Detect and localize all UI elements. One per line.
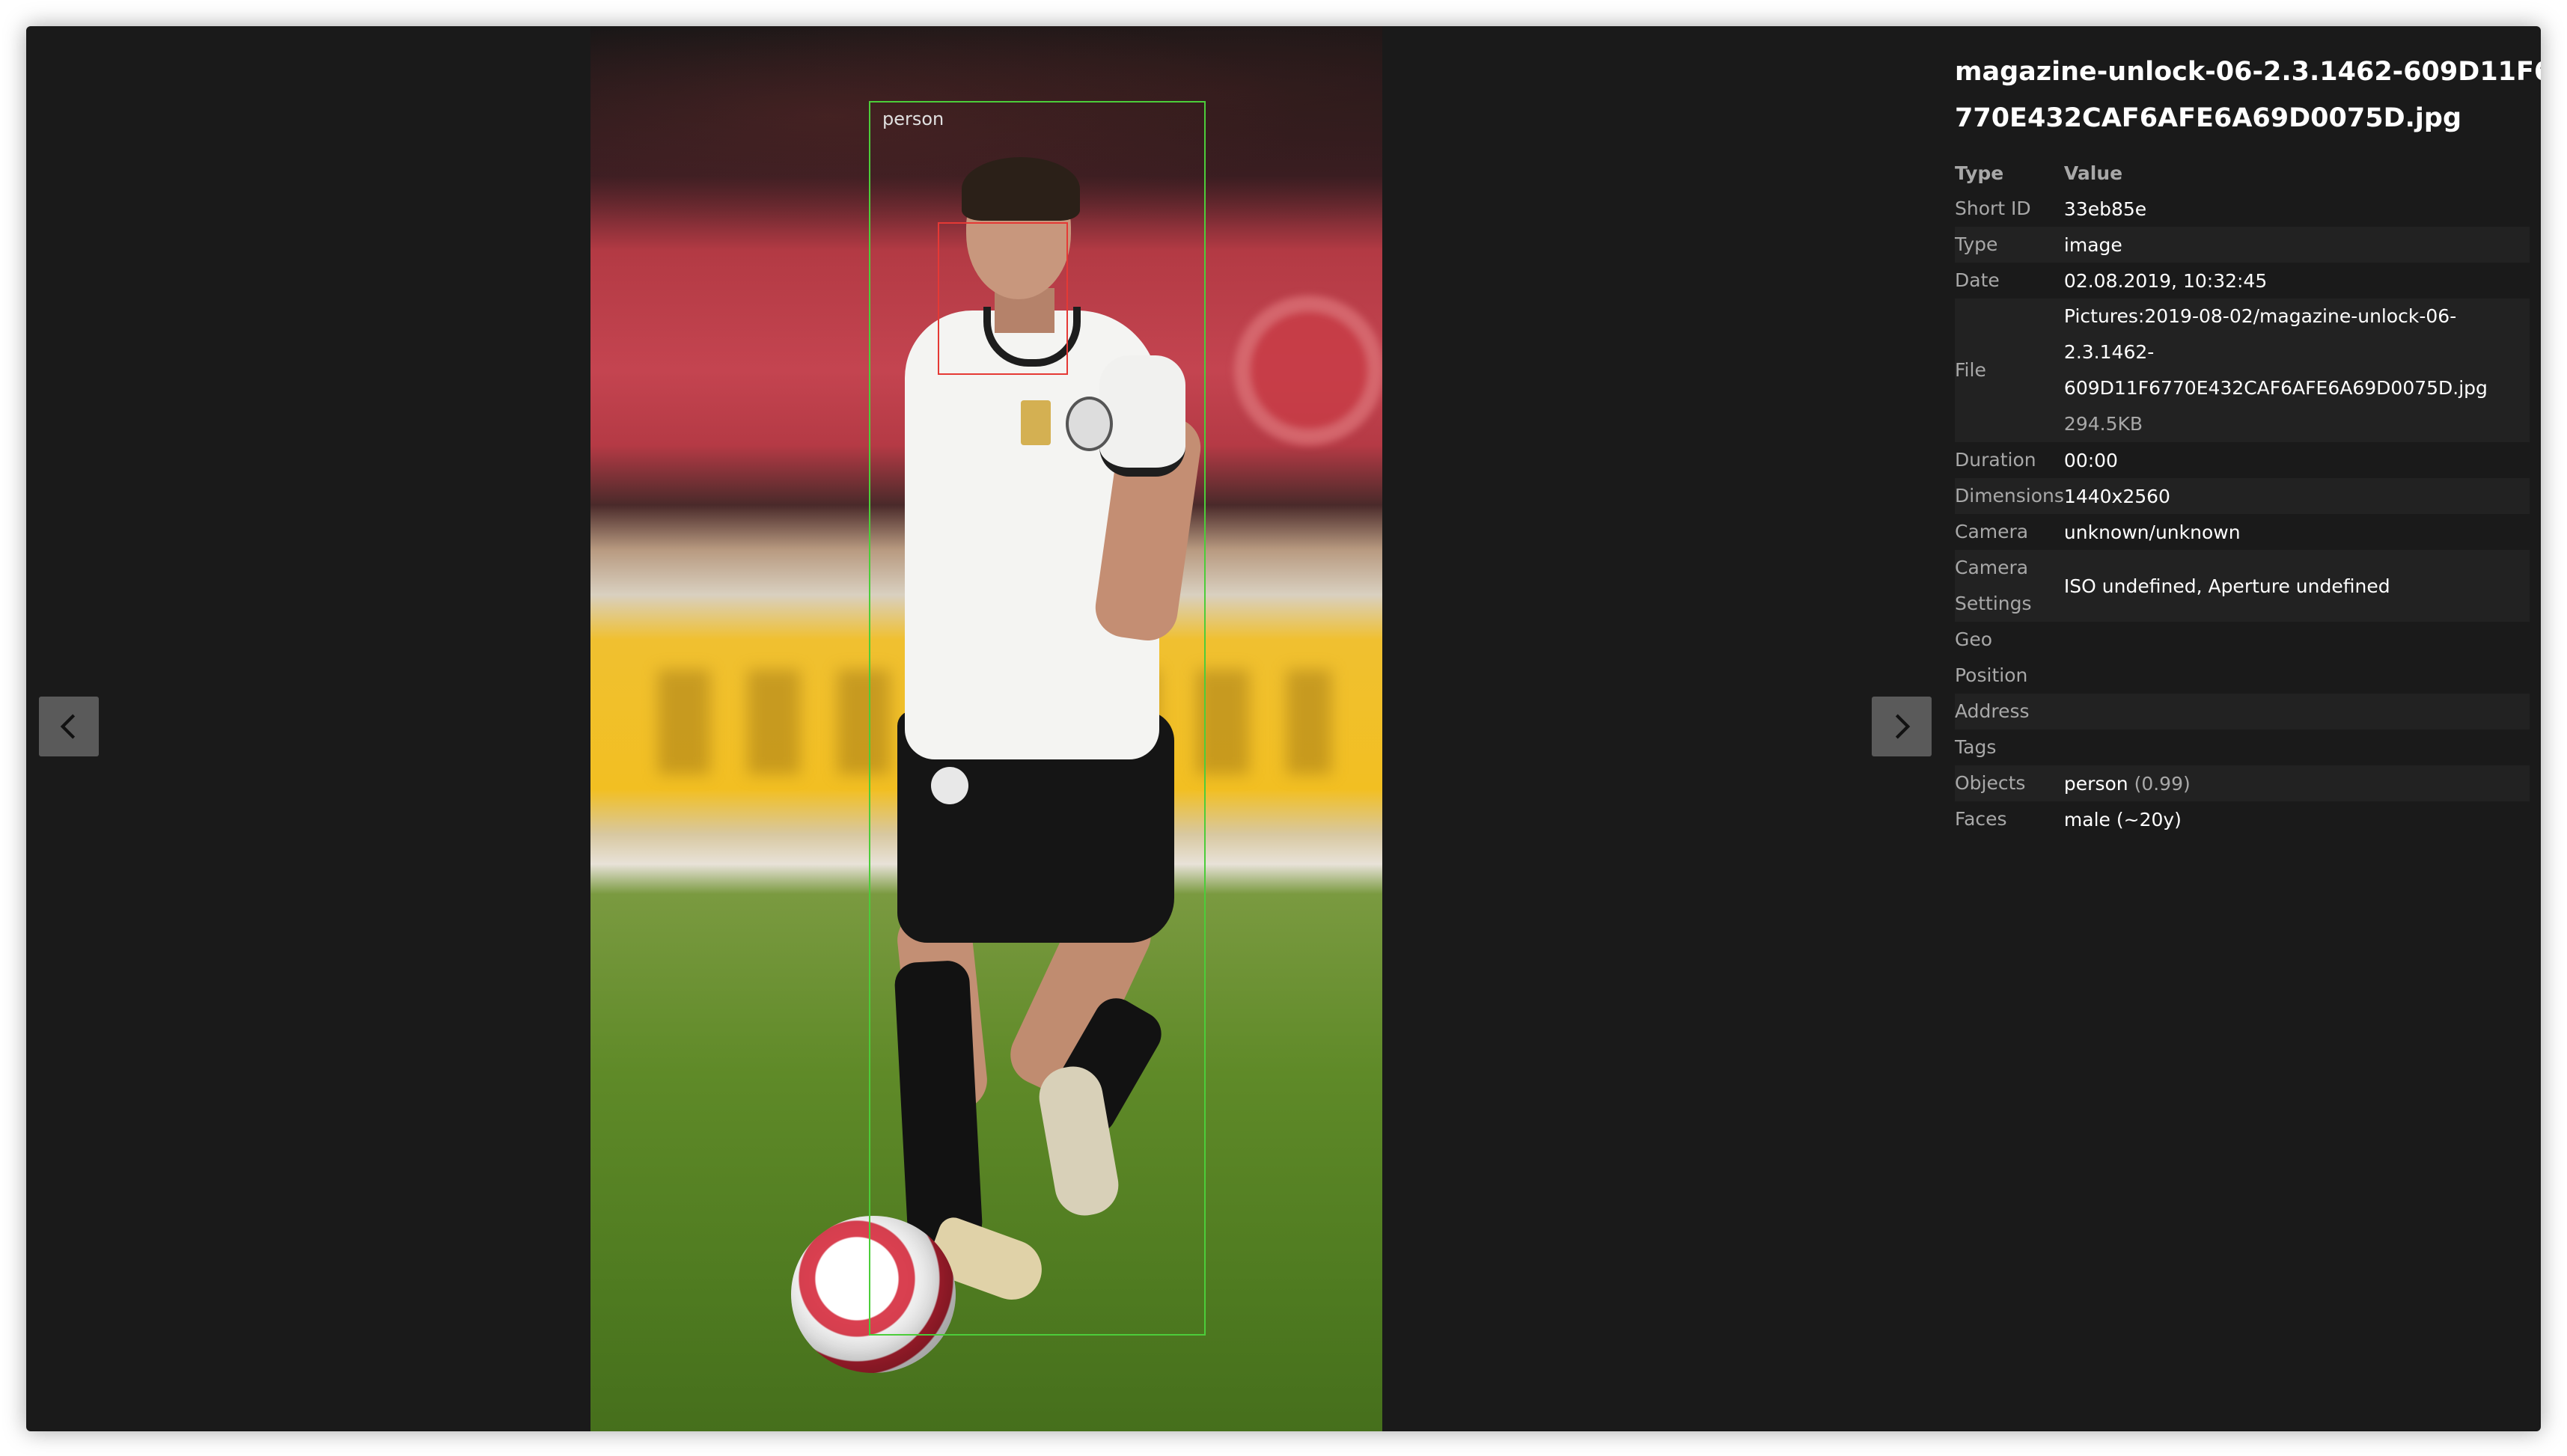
- person-detection-label: person: [882, 108, 944, 129]
- row-key: Tags: [1955, 736, 1997, 758]
- row-camera: Camera unknown/unknown: [1955, 514, 2530, 550]
- header-key: Type: [1955, 162, 2004, 184]
- header-value: Value: [2063, 162, 2123, 184]
- photo-preview[interactable]: person: [590, 26, 1382, 1431]
- object-score: (0.99): [2134, 772, 2191, 795]
- row-key: Camera Settings: [1955, 550, 2064, 622]
- row-type: Type image: [1955, 227, 2530, 263]
- file-title: magazine-unlock-06-2.3.1462-609D11F6770E…: [1955, 57, 2541, 133]
- address-value: [2063, 694, 2530, 729]
- row-key: Short ID: [1955, 198, 2031, 219]
- row-key: Type: [1955, 227, 2064, 263]
- duration-value: 00:00: [2063, 449, 2118, 471]
- row-key: File: [1955, 299, 2064, 442]
- previous-button[interactable]: [39, 697, 99, 756]
- object-name: person: [2063, 772, 2128, 795]
- dimensions-value: 1440x2560: [2063, 478, 2530, 514]
- row-key: Position: [1955, 664, 2028, 686]
- table-header-row: Type Value: [1955, 155, 2530, 191]
- chevron-right-icon: [1895, 714, 1911, 739]
- date-value: 02.08.2019, 10:32:45: [2063, 269, 2268, 292]
- position-value: [2064, 658, 2530, 694]
- row-faces: Faces male (~20y): [1955, 801, 2530, 837]
- face-detection-box: [938, 222, 1068, 375]
- next-button[interactable]: [1872, 697, 1932, 756]
- row-position: Position: [1955, 658, 2530, 694]
- metadata-table: Type Value Short ID 33eb85e Type image D…: [1955, 155, 2530, 837]
- row-geo: Geo: [1955, 622, 2530, 658]
- file-path-line: Pictures:2019-08-02/magazine-unlock-06-: [2063, 305, 2457, 327]
- file-value: Pictures:2019-08-02/magazine-unlock-06- …: [2063, 299, 2530, 442]
- row-key: Date: [1955, 269, 2000, 291]
- row-key: Address: [1955, 694, 2064, 729]
- info-panel: magazine-unlock-06-2.3.1462-609D11F6770E…: [1955, 49, 2541, 837]
- geo-value: [2064, 622, 2530, 658]
- row-tags: Tags: [1955, 729, 2530, 765]
- type-value: image: [2063, 227, 2530, 263]
- row-key-line: Camera: [1955, 557, 2029, 578]
- row-key: Geo: [1955, 628, 1993, 650]
- row-objects: Objects person (0.99): [1955, 765, 2530, 801]
- row-key: Objects: [1955, 765, 2064, 801]
- row-dimensions: Dimensions 1440x2560: [1955, 478, 2530, 514]
- camera-value: unknown/unknown: [2063, 521, 2241, 543]
- short-id-value: 33eb85e: [2063, 198, 2147, 220]
- row-address: Address: [1955, 694, 2530, 729]
- faces-value: male (~20y): [2063, 808, 2182, 831]
- row-key: Faces: [1955, 808, 2007, 830]
- row-file: File Pictures:2019-08-02/magazine-unlock…: [1955, 299, 2530, 442]
- file-path-line: 609D11F6770E432CAF6AFE6A69D0075D.jpg: [2063, 377, 2488, 399]
- row-key: Camera: [1955, 521, 2029, 542]
- row-camera-settings: Camera Settings ISO undefined, Aperture …: [1955, 550, 2530, 622]
- row-key: Dimensions: [1955, 478, 2064, 514]
- objects-value: person (0.99): [2063, 765, 2530, 801]
- camera-settings-value: ISO undefined, Aperture undefined: [2063, 550, 2530, 622]
- chevron-left-icon: [60, 714, 76, 739]
- file-size: 294.5KB: [2063, 413, 2143, 435]
- row-duration: Duration 00:00: [1955, 442, 2530, 478]
- row-short-id: Short ID 33eb85e: [1955, 191, 2530, 227]
- row-key-line: Settings: [1955, 593, 2032, 614]
- viewer-window: person magazine-unlock-06-2.3.1462-609D1…: [26, 26, 2541, 1431]
- row-date: Date 02.08.2019, 10:32:45: [1955, 263, 2530, 299]
- tags-value: [2064, 729, 2530, 765]
- file-path-line: 2.3.1462-: [2063, 341, 2155, 363]
- row-key: Duration: [1955, 449, 2036, 471]
